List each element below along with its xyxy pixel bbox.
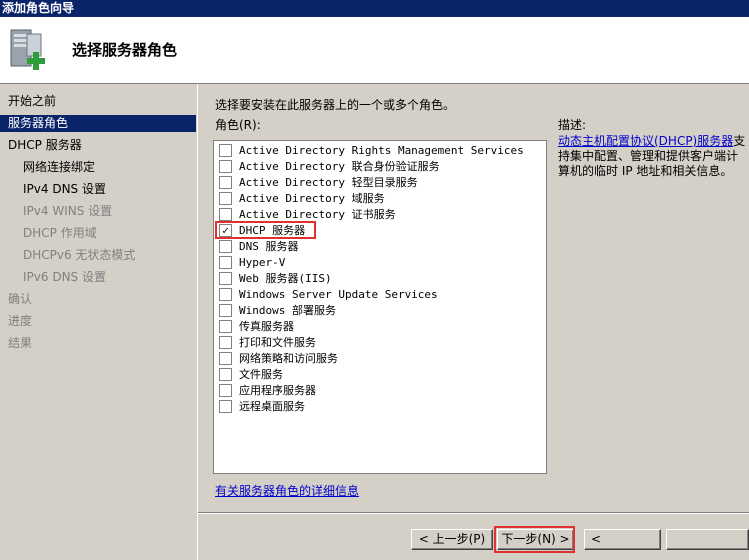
roles-label: 角色(R): (215, 118, 261, 132)
role-label: 远程桌面服务 (239, 400, 305, 413)
role-label: 网络策略和访问服务 (239, 352, 338, 365)
nav-step-ipv4-wins: IPv4 WINS 设置 (23, 204, 113, 218)
role-checkbox[interactable] (219, 399, 232, 413)
wizard-steps-nav: 开始之前 服务器角色 DHCP 服务器 网络连接绑定 IPv4 DNS 设置 I… (0, 84, 198, 560)
role-checkbox[interactable] (219, 255, 232, 269)
role-item[interactable]: Windows Server Update Services (219, 287, 438, 303)
role-item[interactable]: Hyper-V (219, 255, 285, 271)
window-title: 添加角色向导 (0, 0, 749, 17)
role-item[interactable]: 文件服务 (219, 367, 283, 383)
nav-step-ipv6-dns: IPv6 DNS 设置 (23, 270, 106, 284)
role-item[interactable]: Active Directory 轻型目录服务 (219, 175, 418, 191)
role-item[interactable]: 网络策略和访问服务 (219, 351, 338, 367)
role-label: Active Directory 域服务 (239, 192, 385, 205)
role-label: Active Directory 联合身份验证服务 (239, 160, 440, 173)
role-label: Active Directory Rights Management Servi… (239, 144, 524, 157)
role-checkbox[interactable] (219, 335, 232, 349)
nav-step-progress: 进度 (8, 314, 33, 328)
role-checkbox[interactable] (219, 367, 232, 381)
role-label: 应用程序服务器 (239, 384, 316, 397)
role-label: Windows Server Update Services (239, 288, 438, 301)
role-label: Windows 部署服务 (239, 304, 336, 317)
nav-step-dhcpv6-stateless: DHCPv6 无状态模式 (23, 248, 136, 262)
nav-step-dhcp-scope: DHCP 作用域 (23, 226, 97, 240)
role-checkbox[interactable] (219, 143, 232, 157)
button-separator (198, 512, 749, 514)
page-title: 选择服务器角色 (72, 41, 178, 59)
role-details-link[interactable]: 有关服务器角色的详细信息 (215, 482, 359, 499)
role-item[interactable]: 应用程序服务器 (219, 383, 316, 399)
role-label: 打印和文件服务 (239, 336, 316, 349)
nav-step-network-bindings[interactable]: 网络连接绑定 (0, 159, 196, 176)
role-label: Hyper-V (239, 256, 286, 269)
nav-step-confirmation: 确认 (8, 292, 33, 306)
description-text: 动态主机配置协议(DHCP)服务器支持集中配置、管理和提供客户端计算机的临时 I… (558, 134, 746, 179)
role-label: 文件服务 (239, 368, 283, 381)
nav-step-server-roles[interactable]: 服务器角色 (0, 115, 196, 132)
role-checkbox[interactable] (219, 303, 232, 317)
nav-step-results: 结果 (8, 336, 33, 350)
role-item[interactable]: Windows 部署服务 (219, 303, 336, 319)
nav-step-dhcp-server[interactable]: DHCP 服务器 (0, 137, 196, 154)
role-checkbox[interactable] (219, 319, 232, 333)
role-item[interactable]: 远程桌面服务 (219, 399, 305, 415)
role-checkbox[interactable] (219, 271, 232, 285)
role-label: Web 服务器(IIS) (239, 272, 332, 285)
role-item[interactable]: Web 服务器(IIS) (219, 271, 332, 287)
nav-step-ipv4-dns[interactable]: IPv4 DNS 设置 (0, 181, 196, 198)
role-item[interactable]: 打印和文件服务 (219, 335, 316, 351)
dhcp-description-link[interactable]: 动态主机配置协议(DHCP)服务器 (558, 134, 733, 148)
role-label: 传真服务器 (239, 320, 294, 333)
role-checkbox[interactable] (219, 175, 232, 189)
role-checkbox[interactable] (219, 239, 232, 253)
role-label: DNS 服务器 (239, 240, 299, 253)
roles-list[interactable]: Active Directory Rights Management Servi… (213, 140, 547, 474)
wizard-content: 选择要安装在此服务器上的一个或多个角色。 角色(R): Active Direc… (198, 84, 749, 560)
role-checkbox[interactable] (219, 383, 232, 397)
role-item[interactable]: Active Directory 证书服务 (219, 207, 396, 223)
role-item[interactable]: DNS 服务器 (219, 239, 299, 255)
back-button[interactable]: < 上一步(P) (411, 529, 493, 550)
role-checkbox[interactable] (219, 207, 232, 221)
role-checkbox[interactable] (219, 287, 232, 301)
role-label: DHCP 服务器 (239, 224, 306, 237)
role-checkbox[interactable] (219, 159, 232, 173)
wizard-header: 选择服务器角色 (0, 17, 749, 84)
role-item[interactable]: Active Directory Rights Management Servi… (219, 143, 524, 159)
role-item[interactable]: 传真服务器 (219, 319, 294, 335)
role-label: Active Directory 证书服务 (239, 208, 396, 221)
role-item[interactable]: Active Directory 域服务 (219, 191, 385, 207)
next-button[interactable]: 下一步(N) > (497, 529, 574, 550)
cancel-button[interactable] (666, 529, 749, 550)
nav-step-before-you-begin[interactable]: 开始之前 (0, 93, 196, 110)
description-label: 描述: (558, 118, 587, 132)
role-item[interactable]: Active Directory 联合身份验证服务 (219, 159, 440, 175)
instruction-text: 选择要安装在此服务器上的一个或多个角色。 (215, 98, 456, 112)
role-checkbox[interactable] (219, 191, 232, 205)
role-item[interactable]: ✓ DHCP 服务器 (219, 223, 305, 239)
role-checkbox[interactable]: ✓ (219, 223, 232, 237)
role-label: Active Directory 轻型目录服务 (239, 176, 418, 189)
server-add-icon (10, 29, 45, 70)
role-checkbox[interactable] (219, 351, 232, 365)
install-button[interactable]: < (584, 529, 661, 550)
